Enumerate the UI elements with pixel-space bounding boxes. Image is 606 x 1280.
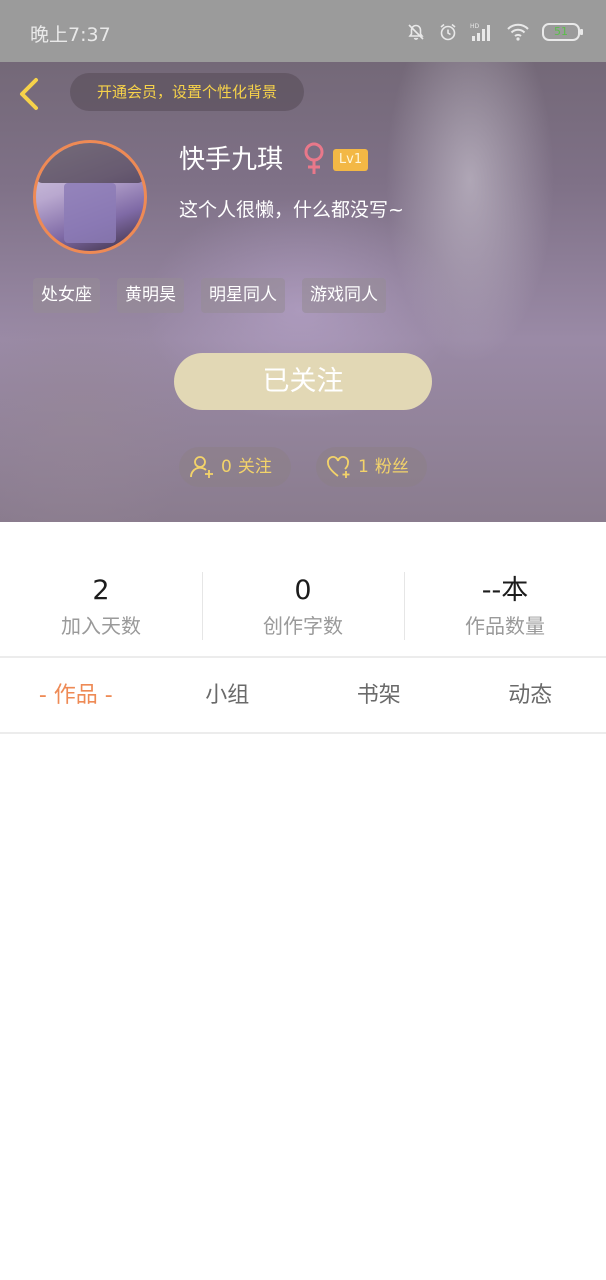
fans-label: 粉丝 <box>374 457 409 477</box>
stat-value: --本 <box>481 575 529 606</box>
status-time: 晚上7:37 <box>30 24 111 46</box>
tag-item[interactable]: 黄明昊 <box>117 278 184 313</box>
following-count: 0 <box>221 457 232 477</box>
tag-item[interactable]: 明星同人 <box>201 278 285 313</box>
battery-level: 51 <box>554 25 568 38</box>
stat-works-count: --本 作品数量 <box>404 570 606 640</box>
tab-bookshelf[interactable]: 书架 <box>303 660 455 732</box>
user-tags: 处女座 黄明昊 明星同人 游戏同人 <box>33 278 386 313</box>
user-stats: 2 加入天数 0 创作字数 --本 作品数量 <box>0 570 606 640</box>
vip-background-banner[interactable]: 开通会员，设置个性化背景 <box>70 73 304 111</box>
level-badge: Lv1 <box>333 149 368 171</box>
stat-label: 创作字数 <box>263 614 343 638</box>
mute-bell-icon <box>408 24 424 40</box>
female-gender-icon <box>304 142 324 174</box>
divider <box>0 656 606 658</box>
followed-button[interactable]: 已关注 <box>174 353 432 410</box>
tab-groups[interactable]: 小组 <box>152 660 304 732</box>
heart-plus-icon <box>327 456 350 478</box>
tag-item[interactable]: 处女座 <box>33 278 100 313</box>
tab-activity[interactable]: 动态 <box>455 660 606 732</box>
user-add-icon <box>190 456 213 478</box>
user-nickname: 快手九琪 <box>179 145 284 175</box>
stat-value: 0 <box>294 575 312 606</box>
stat-label: 加入天数 <box>61 614 141 638</box>
status-icons: HD 51 <box>406 20 583 44</box>
tab-works[interactable]: - 作品 - <box>0 660 152 732</box>
stat-words-written: 0 创作字数 <box>202 570 404 640</box>
wifi-icon <box>507 23 529 41</box>
divider <box>0 732 606 734</box>
status-bar: 晚上7:37 HD 51 <box>0 0 606 62</box>
stat-label: 作品数量 <box>465 614 545 638</box>
tag-item[interactable]: 游戏同人 <box>302 278 386 313</box>
alarm-icon <box>440 23 456 41</box>
fans-count: 1 <box>358 457 369 477</box>
avatar[interactable] <box>33 140 147 254</box>
stat-value: 2 <box>92 575 110 606</box>
following-pill[interactable]: 0 关注 <box>179 447 291 487</box>
user-bio: 这个人很懒，什么都没写~ <box>179 199 404 221</box>
profile-tabs: - 作品 - 小组 书架 动态 <box>0 660 606 732</box>
hd-signal-icon: HD <box>470 23 490 41</box>
back-arrow-icon[interactable] <box>14 76 48 112</box>
fans-pill[interactable]: 1 粉丝 <box>316 447 427 487</box>
following-label: 关注 <box>237 457 272 477</box>
stat-days-joined: 2 加入天数 <box>0 570 202 640</box>
svg-text:HD: HD <box>470 23 480 30</box>
battery-icon: 51 <box>542 23 583 41</box>
